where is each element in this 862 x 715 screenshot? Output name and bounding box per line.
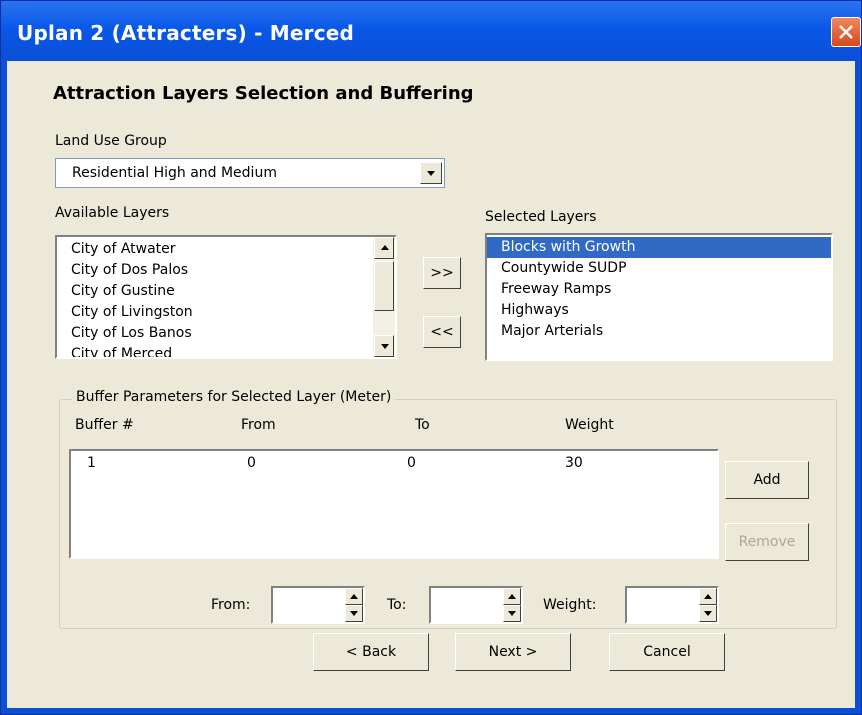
arrow-up-icon xyxy=(508,594,516,599)
close-icon xyxy=(839,25,853,39)
list-item[interactable]: City of Merced xyxy=(57,344,395,357)
list-item[interactable]: City of Los Banos xyxy=(57,323,395,344)
dialog-window: Uplan 2 (Attracters) - Merced Attraction… xyxy=(0,0,862,715)
back-button[interactable]: < Back xyxy=(313,633,429,671)
list-item[interactable]: Highways xyxy=(487,300,831,321)
scroll-thumb[interactable] xyxy=(374,261,394,311)
from-stepper[interactable] xyxy=(271,586,365,624)
list-item[interactable]: City of Gustine xyxy=(57,281,395,302)
available-layers-label: Available Layers xyxy=(55,205,170,221)
to-increment-button[interactable] xyxy=(503,588,521,605)
list-item[interactable]: City of Dos Palos xyxy=(57,260,395,281)
to-label: To: xyxy=(387,597,407,613)
column-header-buffer: Buffer # xyxy=(75,417,134,433)
arrow-up-icon xyxy=(350,594,358,599)
list-item[interactable]: Major Arterials xyxy=(487,321,831,342)
list-item[interactable]: Freeway Ramps xyxy=(487,279,831,300)
arrow-up-icon xyxy=(381,245,389,250)
column-header-weight: Weight xyxy=(565,417,614,433)
list-item-selected[interactable]: Blocks with Growth xyxy=(487,237,831,258)
weight-stepper[interactable] xyxy=(625,586,719,624)
arrow-down-icon xyxy=(350,611,358,616)
selected-layers-list[interactable]: Blocks with Growth Countywide SUDP Freew… xyxy=(485,233,833,361)
list-item[interactable]: City of Livingston xyxy=(57,302,395,323)
from-increment-button[interactable] xyxy=(345,588,363,605)
title-bar[interactable]: Uplan 2 (Attracters) - Merced xyxy=(1,1,861,61)
chevron-down-icon xyxy=(427,171,435,176)
available-layers-scrollbar[interactable] xyxy=(373,237,395,357)
selected-layers-label: Selected Layers xyxy=(485,209,597,225)
dropdown-button[interactable] xyxy=(420,162,442,184)
land-use-group-select[interactable]: Residential High and Medium xyxy=(55,158,445,188)
list-item[interactable]: Countywide SUDP xyxy=(487,258,831,279)
arrow-down-icon xyxy=(508,611,516,616)
scroll-down-button[interactable] xyxy=(374,335,394,357)
from-decrement-button[interactable] xyxy=(345,605,363,622)
buffer-table[interactable]: 1 0 0 30 xyxy=(69,449,719,559)
arrow-down-icon xyxy=(381,344,389,349)
from-label: From: xyxy=(211,597,251,613)
remove-buffer-button[interactable]: Remove xyxy=(725,523,809,561)
land-use-group-label: Land Use Group xyxy=(55,133,167,149)
buffer-parameters-title: Buffer Parameters for Selected Layer (Me… xyxy=(72,389,396,405)
close-button[interactable] xyxy=(831,17,861,47)
to-decrement-button[interactable] xyxy=(503,605,521,622)
list-item[interactable]: City of Atwater xyxy=(57,239,395,260)
add-buffer-button[interactable]: Add xyxy=(725,461,809,499)
available-layers-list[interactable]: City of Atwater City of Dos Palos City o… xyxy=(55,235,397,359)
cancel-button[interactable]: Cancel xyxy=(609,633,725,671)
column-header-from: From xyxy=(241,417,276,433)
scroll-up-button[interactable] xyxy=(374,237,394,259)
dialog-body: Attraction Layers Selection and Bufferin… xyxy=(7,61,855,708)
column-header-to: To xyxy=(415,417,430,433)
buffer-number-cell: 1 xyxy=(87,455,96,471)
window-title: Uplan 2 (Attracters) - Merced xyxy=(17,21,355,45)
to-stepper[interactable] xyxy=(429,586,523,624)
weight-decrement-button[interactable] xyxy=(699,605,717,622)
weight-increment-button[interactable] xyxy=(699,588,717,605)
land-use-group-value: Residential High and Medium xyxy=(72,165,277,181)
next-button[interactable]: Next > xyxy=(455,633,571,671)
page-title: Attraction Layers Selection and Bufferin… xyxy=(53,83,474,104)
arrow-up-icon xyxy=(704,594,712,599)
from-cell: 0 xyxy=(247,455,256,471)
weight-cell: 30 xyxy=(565,455,583,471)
to-cell: 0 xyxy=(407,455,416,471)
arrow-down-icon xyxy=(704,611,712,616)
remove-layer-button[interactable]: << xyxy=(423,316,461,348)
weight-label: Weight: xyxy=(543,597,597,613)
add-layer-button[interactable]: >> xyxy=(423,257,461,289)
